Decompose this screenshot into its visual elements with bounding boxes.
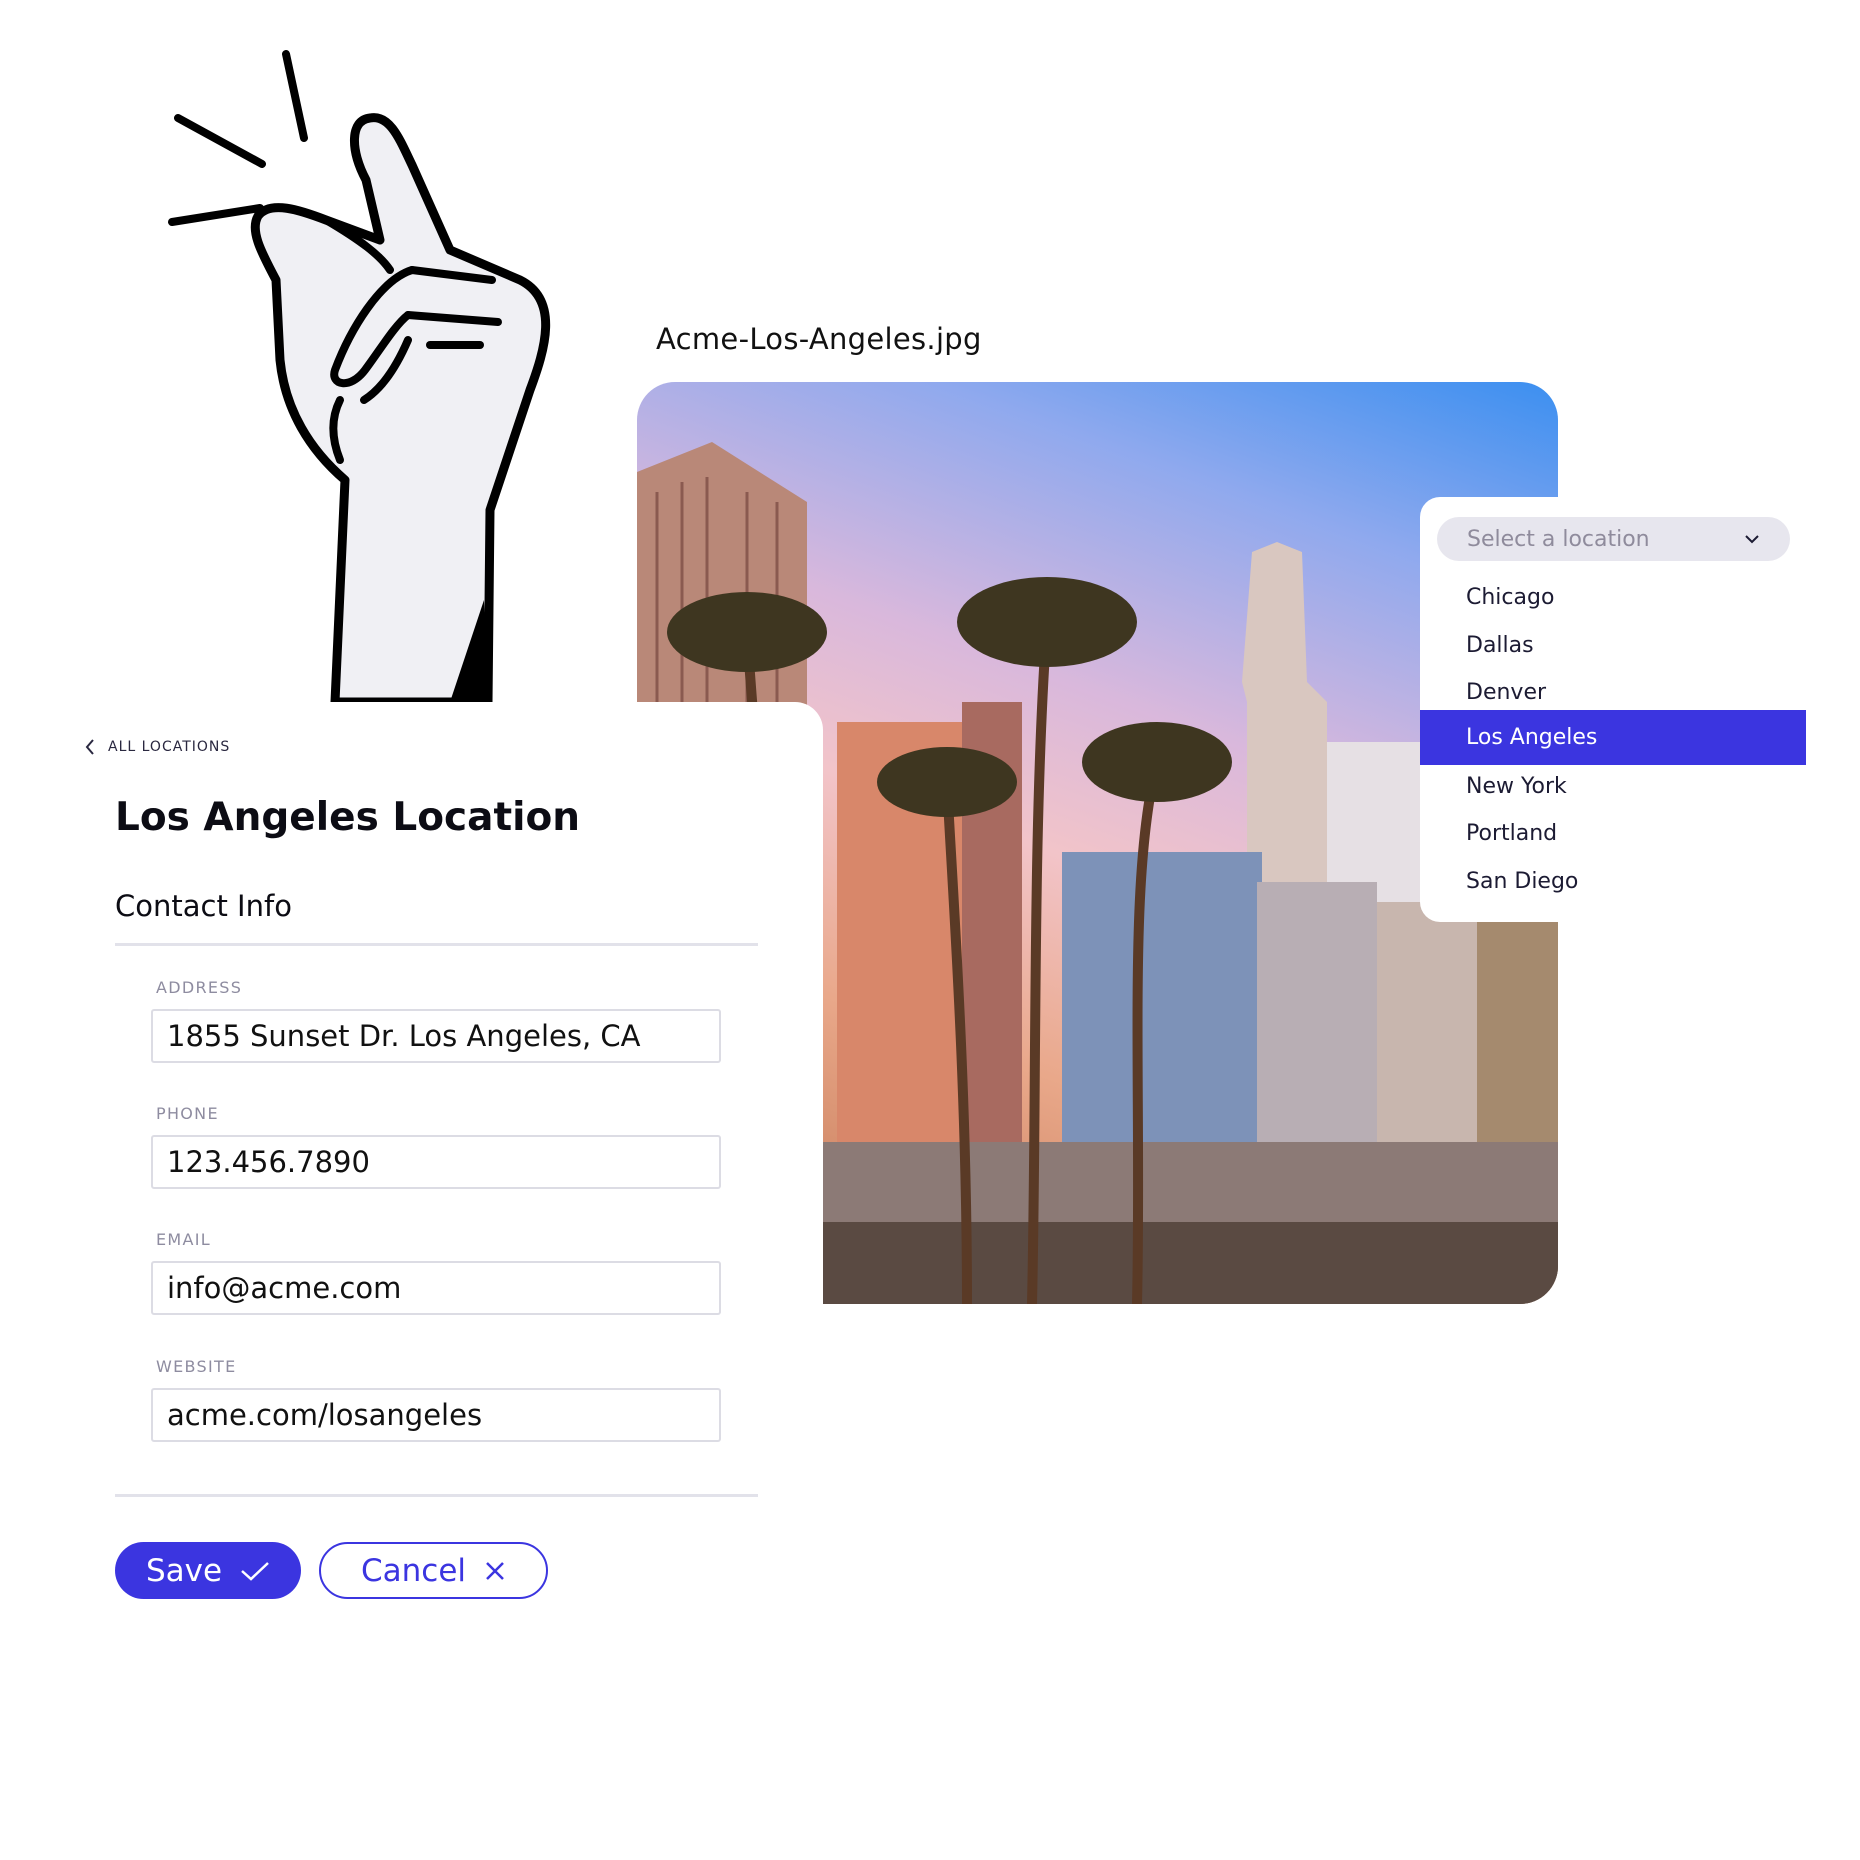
cancel-button[interactable]: Cancel bbox=[319, 1542, 548, 1599]
divider bbox=[115, 1494, 758, 1497]
select-placeholder: Select a location bbox=[1467, 526, 1650, 552]
website-label: WEBSITE bbox=[156, 1357, 237, 1376]
section-heading: Contact Info bbox=[115, 889, 292, 923]
location-dropdown: Select a location Chicago Dallas Denver … bbox=[1420, 497, 1826, 922]
address-label: ADDRESS bbox=[156, 978, 243, 997]
phone-label: PHONE bbox=[156, 1104, 219, 1123]
phone-input[interactable]: 123.456.7890 bbox=[151, 1135, 721, 1189]
divider bbox=[115, 943, 758, 946]
option-san-diego[interactable]: San Diego bbox=[1420, 854, 1806, 909]
back-to-all-locations-link[interactable]: ALL LOCATIONS bbox=[84, 738, 230, 756]
email-input[interactable]: info@acme.com bbox=[151, 1261, 721, 1315]
chevron-left-icon bbox=[85, 739, 94, 755]
snapping-hand-illustration bbox=[168, 50, 551, 702]
option-portland[interactable]: Portland bbox=[1420, 806, 1806, 861]
chevron-down-icon bbox=[1745, 535, 1759, 544]
email-label: EMAIL bbox=[156, 1230, 211, 1249]
checkmark-icon bbox=[241, 1561, 269, 1581]
page-title: Los Angeles Location bbox=[115, 795, 581, 840]
website-input[interactable]: acme.com/losangeles bbox=[151, 1388, 721, 1442]
cancel-label: Cancel bbox=[360, 1552, 467, 1589]
location-select[interactable]: Select a location bbox=[1437, 517, 1790, 561]
image-filename: Acme-Los-Angeles.jpg bbox=[656, 322, 982, 356]
save-button[interactable]: Save bbox=[115, 1542, 301, 1599]
close-icon bbox=[486, 1561, 504, 1580]
back-link-label: ALL LOCATIONS bbox=[108, 739, 231, 755]
save-label: Save bbox=[145, 1552, 223, 1589]
address-input[interactable]: 1855 Sunset Dr. Los Angeles, CA bbox=[151, 1009, 721, 1063]
option-chicago[interactable]: Chicago bbox=[1420, 570, 1806, 625]
option-los-angeles[interactable]: Los Angeles bbox=[1420, 710, 1806, 765]
